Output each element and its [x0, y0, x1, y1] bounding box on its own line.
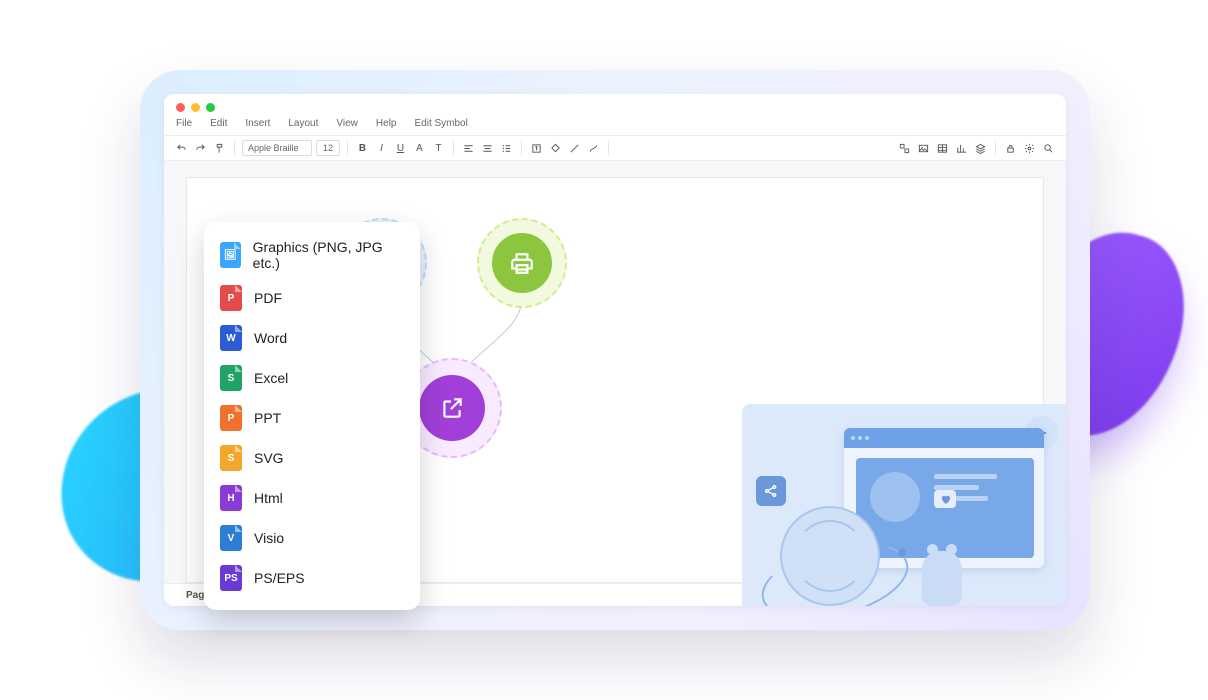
window-close-dot[interactable] — [176, 103, 185, 112]
share-badge-icon — [756, 476, 786, 506]
bear-illustration — [922, 551, 962, 606]
pdf-file-icon: P — [220, 285, 242, 311]
font-family-select[interactable]: Apple Braille — [242, 140, 312, 156]
export-item-label: Visio — [254, 530, 284, 546]
export-item-label: PPT — [254, 410, 281, 426]
print-node[interactable] — [477, 218, 567, 308]
export-excel[interactable]: S Excel — [218, 358, 406, 398]
connector-icon[interactable] — [586, 141, 601, 156]
menu-layout[interactable]: Layout — [288, 118, 318, 129]
bullets-icon[interactable] — [499, 141, 514, 156]
export-item-label: PS/EPS — [254, 570, 305, 586]
menu-file[interactable]: File — [176, 118, 192, 129]
like-badge-icon — [934, 490, 956, 508]
italic-icon[interactable]: I — [374, 141, 389, 156]
export-item-label: Graphics (PNG, JPG etc.) — [253, 239, 404, 271]
chart-icon[interactable] — [954, 141, 969, 156]
search-icon[interactable] — [1041, 141, 1056, 156]
font-color-icon[interactable]: A — [412, 141, 427, 156]
layers-icon[interactable] — [973, 141, 988, 156]
sharing-illustration — [742, 404, 1066, 606]
line-icon[interactable] — [567, 141, 582, 156]
menubar: File Edit Insert Layout View Help Edit S… — [164, 116, 1066, 135]
textbox-icon[interactable] — [529, 141, 544, 156]
export-ps-eps[interactable]: PS PS/EPS — [218, 558, 406, 598]
fill-icon[interactable] — [548, 141, 563, 156]
export-item-label: SVG — [254, 450, 284, 466]
export-format-menu: 🖼 Graphics (PNG, JPG etc.) P PDF W Word … — [204, 222, 420, 610]
globe-icon — [780, 506, 880, 606]
export-item-label: Html — [254, 490, 283, 506]
window-zoom-dot[interactable] — [206, 103, 215, 112]
table-icon[interactable] — [935, 141, 950, 156]
menu-edit[interactable]: Edit — [210, 118, 227, 129]
export-pdf[interactable]: P PDF — [218, 278, 406, 318]
bold-icon[interactable]: B — [355, 141, 370, 156]
redo-icon[interactable] — [193, 141, 208, 156]
export-html[interactable]: H Html — [218, 478, 406, 518]
export-ppt[interactable]: P PPT — [218, 398, 406, 438]
toolbar: Apple Braille 12 B I U A T — [164, 135, 1066, 161]
group-icon[interactable] — [897, 141, 912, 156]
export-visio[interactable]: V Visio — [218, 518, 406, 558]
export-word[interactable]: W Word — [218, 318, 406, 358]
format-painter-icon[interactable] — [212, 141, 227, 156]
settings-icon[interactable] — [1022, 141, 1037, 156]
align-left-icon[interactable] — [461, 141, 476, 156]
menu-help[interactable]: Help — [376, 118, 397, 129]
word-file-icon: W — [220, 325, 242, 351]
menu-insert[interactable]: Insert — [245, 118, 270, 129]
menu-edit-symbol[interactable]: Edit Symbol — [414, 118, 467, 129]
window-controls — [164, 94, 1066, 116]
visio-file-icon: V — [220, 525, 242, 551]
menu-view[interactable]: View — [336, 118, 358, 129]
export-icon — [419, 375, 485, 441]
export-item-label: Excel — [254, 370, 288, 386]
export-graphics[interactable]: 🖼 Graphics (PNG, JPG etc.) — [218, 232, 406, 278]
align-center-icon[interactable] — [480, 141, 495, 156]
text-effects-icon[interactable]: T — [431, 141, 446, 156]
window-minimize-dot[interactable] — [191, 103, 200, 112]
export-item-label: PDF — [254, 290, 282, 306]
html-file-icon: H — [220, 485, 242, 511]
svg-file-icon: S — [220, 445, 242, 471]
font-size-select[interactable]: 12 — [316, 140, 340, 156]
export-item-label: Word — [254, 330, 287, 346]
lock-icon[interactable] — [1003, 141, 1018, 156]
graphics-file-icon: 🖼 — [220, 242, 241, 268]
underline-icon[interactable]: U — [393, 141, 408, 156]
excel-file-icon: S — [220, 365, 242, 391]
image-icon[interactable] — [916, 141, 931, 156]
print-icon — [492, 233, 552, 293]
export-svg[interactable]: S SVG — [218, 438, 406, 478]
undo-icon[interactable] — [174, 141, 189, 156]
ps-file-icon: PS — [220, 565, 242, 591]
ppt-file-icon: P — [220, 405, 242, 431]
